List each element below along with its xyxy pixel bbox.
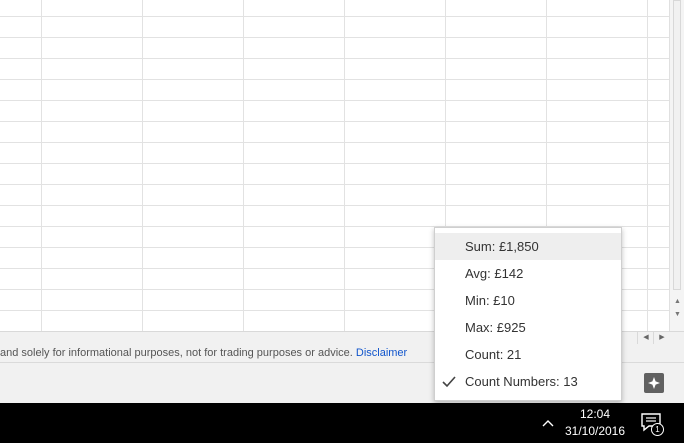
explore-icon [648, 377, 660, 389]
grid-row[interactable] [0, 122, 669, 143]
grid-column-line [243, 0, 244, 331]
grid-row[interactable] [0, 59, 669, 80]
stats-menu-item-label: Max: £925 [465, 320, 526, 335]
disclaimer-text: and solely for informational purposes, n… [0, 347, 353, 359]
stats-menu-item-label: Count Numbers: 13 [465, 374, 578, 389]
selection-stats-menu: Sum: £1,850 Avg: £142 Min: £10 Max: £925 Cou… [434, 227, 622, 401]
grid-row[interactable] [0, 185, 669, 206]
stats-menu-item[interactable]: Count: 21 [435, 341, 621, 368]
grid-column-line [41, 0, 42, 331]
vertical-scrollbar[interactable]: ▲ ▼ [669, 0, 684, 331]
grid-column-line [142, 0, 143, 331]
stats-menu-item[interactable]: Sum: £1,850 [435, 233, 621, 260]
explore-button[interactable] [644, 373, 664, 393]
clock-time: 12:04 [579, 407, 611, 421]
grid-row[interactable] [0, 143, 669, 164]
stats-menu-item-label: Min: £10 [465, 293, 515, 308]
taskbar-clock[interactable]: 12:04 31/10/2016 [562, 406, 628, 440]
grid-row[interactable] [0, 206, 669, 227]
stats-menu-item-label: Avg: £142 [465, 266, 524, 281]
action-center-button[interactable]: 1 [640, 411, 666, 437]
clock-date: 31/10/2016 [564, 424, 626, 438]
chevron-up-icon [542, 420, 554, 427]
stats-menu-item[interactable]: Avg: £142 [435, 260, 621, 287]
stats-menu-item-label: Sum: £1,850 [465, 239, 539, 254]
windows-taskbar: 12:04 31/10/2016 1 [0, 403, 684, 443]
grid-column-line [647, 0, 648, 331]
grid-row[interactable] [0, 80, 669, 101]
stats-menu-item[interactable]: Max: £925 [435, 314, 621, 341]
vertical-scrollbar-thumb[interactable] [673, 0, 681, 290]
grid-row[interactable] [0, 101, 669, 122]
stats-menu-item-label: Count: 21 [465, 347, 522, 362]
screen: ▲ ▼ ◀ ▶ and solely for informational pur… [0, 0, 684, 443]
grid-column-line [344, 0, 345, 331]
stats-menu-item[interactable]: Min: £10 [435, 287, 621, 314]
stats-menu-item[interactable]: Count Numbers: 13 [435, 368, 621, 395]
grid-row[interactable] [0, 38, 669, 59]
check-icon [442, 368, 458, 395]
scroll-down-arrow[interactable]: ▼ [671, 309, 684, 321]
scroll-right-arrow[interactable]: ▶ [653, 332, 670, 344]
disclaimer-link[interactable]: Disclaimer [356, 347, 407, 359]
scroll-left-arrow[interactable]: ◀ [637, 332, 654, 344]
show-hidden-icons-button[interactable] [540, 415, 556, 431]
grid-row[interactable] [0, 17, 669, 38]
disclaimer-text-row: and solely for informational purposes, n… [0, 344, 407, 362]
grid-row[interactable] [0, 0, 669, 17]
notification-count-badge: 1 [651, 423, 664, 436]
grid-row[interactable] [0, 164, 669, 185]
scroll-up-arrow[interactable]: ▲ [671, 296, 684, 308]
